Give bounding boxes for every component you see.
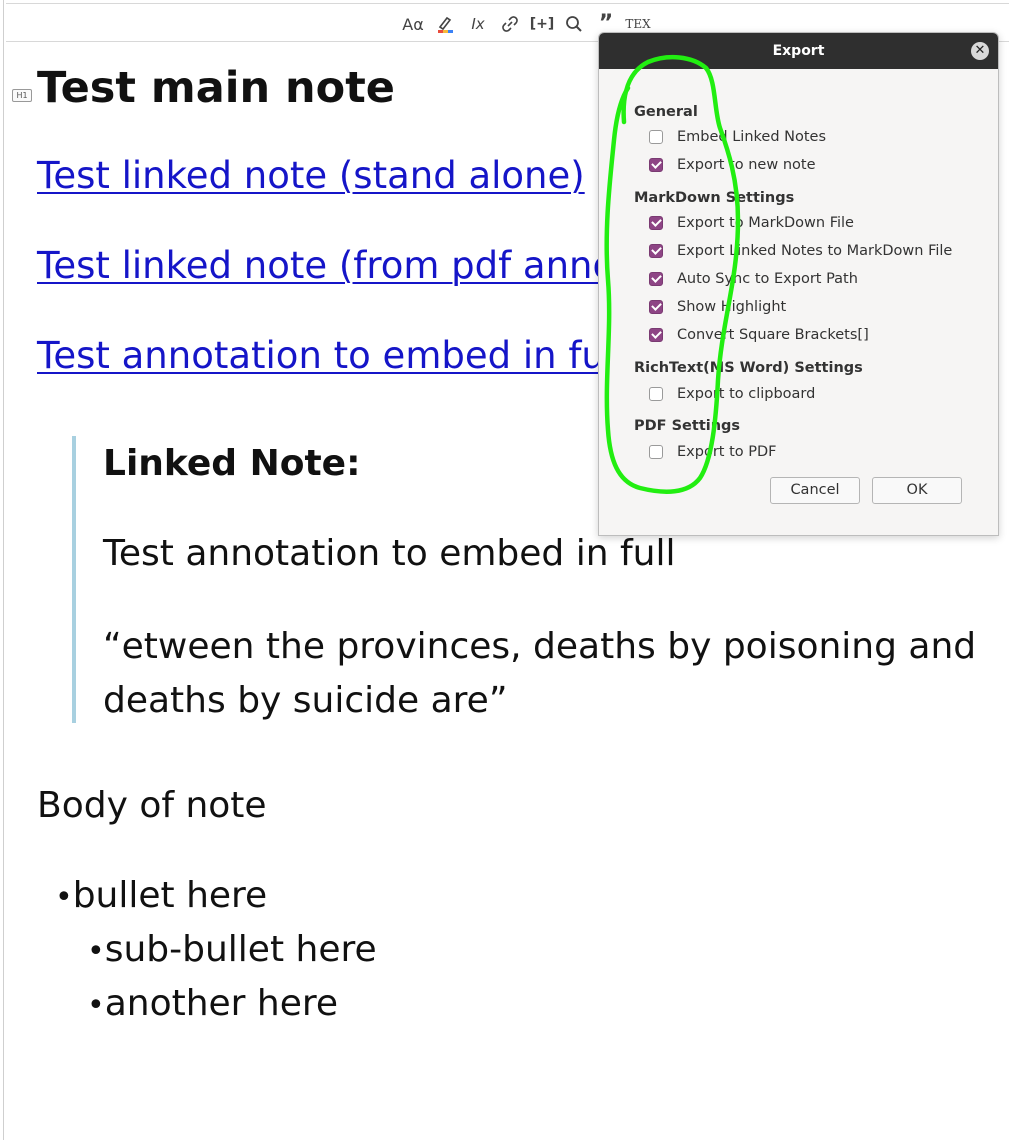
cancel-button[interactable]: Cancel xyxy=(770,477,860,504)
clear-format-glyph: Ix xyxy=(471,15,485,33)
dialog-header: Export ✕ xyxy=(599,33,998,69)
text-format-icon[interactable]: Aα xyxy=(400,12,426,36)
option-label: Auto Sync to Export Path xyxy=(677,271,858,287)
export-to-new-note-checkbox[interactable] xyxy=(649,158,663,172)
show-highlight-checkbox[interactable] xyxy=(649,300,663,314)
annotation-quote: “etween the provinces, deaths by poisoni… xyxy=(103,626,977,721)
list-item: •another here xyxy=(87,982,338,1028)
link-icon[interactable] xyxy=(497,12,523,36)
option-embed-linked-notes[interactable]: Embed Linked Notes xyxy=(649,127,826,147)
embed-linked-notes-checkbox[interactable] xyxy=(649,130,663,144)
export-linked-notes-markdown-checkbox[interactable] xyxy=(649,244,663,258)
export-to-clipboard-checkbox[interactable] xyxy=(649,387,663,401)
bullet-dot: • xyxy=(87,988,105,1023)
highlight-icon[interactable] xyxy=(432,12,458,36)
section-pdf-label: PDF Settings xyxy=(634,418,741,434)
list-item: •bullet here xyxy=(55,874,267,920)
clear-format-icon[interactable]: Ix xyxy=(465,12,491,36)
bullet-dot: • xyxy=(87,934,105,969)
bullet-dot: • xyxy=(55,880,73,915)
close-icon[interactable]: ✕ xyxy=(971,42,989,60)
section-markdown-label: MarkDown Settings xyxy=(634,190,795,206)
note-title: Test main note xyxy=(37,63,395,113)
heading-level-badge: H1 xyxy=(12,89,32,102)
note-body-text: Body of note xyxy=(37,785,267,826)
export-dialog: Export ✕ General Embed Linked Notes Expo… xyxy=(598,32,999,536)
list-item-text: sub-bullet here xyxy=(104,929,377,970)
linked-note-link-3[interactable]: Test annotation to embed in ful xyxy=(37,334,615,378)
blockquote-bar xyxy=(72,436,76,723)
auto-sync-checkbox[interactable] xyxy=(649,272,663,286)
export-to-pdf-checkbox[interactable] xyxy=(649,445,663,459)
dialog-title: Export xyxy=(772,43,825,59)
option-show-highlight[interactable]: Show Highlight xyxy=(649,297,786,317)
option-export-to-markdown[interactable]: Export to MarkDown File xyxy=(649,213,854,233)
list-item-text: bullet here xyxy=(72,875,268,916)
option-label: Export to MarkDown File xyxy=(677,215,854,231)
list-item: •sub-bullet here xyxy=(87,928,377,974)
search-icon[interactable] xyxy=(561,12,587,36)
insert-citation-icon[interactable]: [+] xyxy=(529,12,555,36)
option-export-to-pdf[interactable]: Export to PDF xyxy=(649,442,777,462)
tex-glyph: TEX xyxy=(625,17,651,31)
linked-note-heading: Linked Note: xyxy=(103,443,361,484)
option-label: Convert Square Brackets[] xyxy=(677,327,869,343)
option-convert-square-brackets[interactable]: Convert Square Brackets[] xyxy=(649,325,869,345)
ok-button[interactable]: OK xyxy=(872,477,962,504)
section-general-label: General xyxy=(634,104,698,120)
annotation-title: Test annotation to embed in full xyxy=(103,533,676,574)
option-label: Export to PDF xyxy=(677,444,777,460)
list-item-text: another here xyxy=(104,983,339,1024)
section-richtext-label: RichText(MS Word) Settings xyxy=(634,360,863,376)
option-export-linked-notes-markdown[interactable]: Export Linked Notes to MarkDown File xyxy=(649,241,952,261)
export-to-markdown-checkbox[interactable] xyxy=(649,216,663,230)
text-format-glyph: Aα xyxy=(402,14,424,34)
editor-left-border xyxy=(3,0,4,1140)
insert-citation-glyph: [+] xyxy=(529,16,555,32)
option-export-to-clipboard[interactable]: Export to clipboard xyxy=(649,384,815,404)
convert-square-brackets-checkbox[interactable] xyxy=(649,328,663,342)
linked-note-link-1[interactable]: Test linked note (stand alone) xyxy=(37,154,585,198)
option-label: Export to clipboard xyxy=(677,386,816,402)
linked-note-link-2[interactable]: Test linked note (from pdf anno xyxy=(37,244,615,288)
option-label: Embed Linked Notes xyxy=(677,129,827,145)
option-label: Export to new note xyxy=(677,157,816,173)
option-label: Export Linked Notes to MarkDown File xyxy=(677,243,953,259)
option-auto-sync[interactable]: Auto Sync to Export Path xyxy=(649,269,858,289)
option-label: Show Highlight xyxy=(677,299,787,315)
option-export-to-new-note[interactable]: Export to new note xyxy=(649,155,816,175)
